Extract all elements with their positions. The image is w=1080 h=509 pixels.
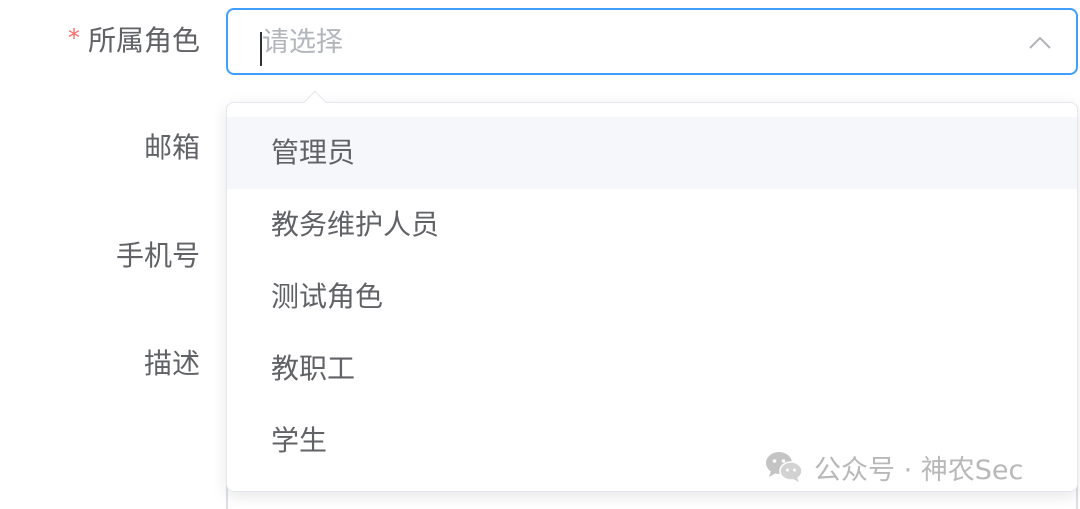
role-label-text: 所属角色 bbox=[87, 24, 200, 57]
role-option-test-role[interactable]: 测试角色 bbox=[227, 261, 1077, 333]
role-option-admin[interactable]: 管理员 bbox=[227, 117, 1077, 189]
role-label: * 所属角色 bbox=[68, 26, 200, 55]
dropdown-pointer bbox=[303, 90, 327, 114]
required-mark: * bbox=[67, 24, 80, 52]
role-select[interactable]: 请选择 bbox=[226, 8, 1078, 75]
role-option-academic-maintainer[interactable]: 教务维护人员 bbox=[227, 189, 1077, 261]
description-label: 描述 bbox=[143, 347, 200, 380]
role-option-list: 管理员 教务维护人员 测试角色 教职工 学生 bbox=[227, 117, 1077, 477]
phone-label: 手机号 bbox=[115, 239, 200, 272]
watermark-text: 公众号 · 神农Sec bbox=[814, 454, 1024, 486]
watermark: 公众号 · 神农Sec bbox=[764, 447, 1023, 487]
role-select-placeholder: 请选择 bbox=[262, 27, 343, 58]
chevron-up-icon[interactable] bbox=[1026, 29, 1054, 57]
user-form: * 所属角色 邮箱 手机号 描述 请选择 管理员 教务维护人员 测试角色 教职工 … bbox=[0, 0, 1080, 509]
role-dropdown: 管理员 教务维护人员 测试角色 教职工 学生 bbox=[226, 90, 1078, 492]
email-label: 邮箱 bbox=[143, 131, 200, 164]
role-option-staff[interactable]: 教职工 bbox=[227, 333, 1077, 405]
wechat-icon bbox=[766, 452, 803, 482]
